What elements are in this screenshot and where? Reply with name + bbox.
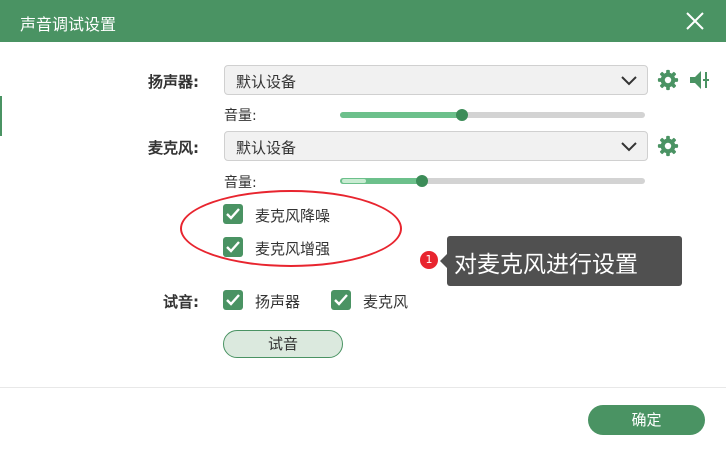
check-icon [226,208,240,220]
microphone-volume-slider[interactable] [340,175,645,187]
step-badge: 1 [420,251,438,269]
chevron-down-icon [621,142,637,152]
speaker-volume-label: 音量: [224,108,257,124]
microphone-label: 麦克风: [148,139,199,157]
test-sound-button[interactable]: 试音 [223,330,343,358]
mic-boost-checkbox[interactable] [223,237,243,257]
ok-button[interactable]: 确定 [588,405,705,435]
window-edge-accent [0,96,2,136]
test-label: 试音: [163,293,199,311]
title-bar: 声音调试设置 [0,0,726,42]
annotation-text: 对麦克风进行设置 [454,252,638,278]
microphone-device-value: 默认设备 [236,139,297,157]
noise-reduction-checkbox[interactable] [223,204,243,224]
test-speaker-label: 扬声器 [255,293,301,311]
speaker-test-icon[interactable] [688,68,712,92]
check-icon [226,294,240,306]
speaker-volume-thumb[interactable] [456,109,468,121]
close-icon[interactable] [683,9,707,33]
speaker-label: 扬声器: [148,73,199,91]
window-title: 声音调试设置 [20,15,117,34]
footer-divider [0,387,726,388]
speaker-device-value: 默认设备 [236,73,297,91]
microphone-volume-label: 音量: [224,175,257,191]
microphone-input-level [342,179,367,183]
mic-boost-label: 麦克风增强 [255,240,331,258]
check-icon [226,241,240,253]
speaker-volume-fill [340,112,462,118]
speaker-settings-gear-icon[interactable] [657,69,679,91]
speaker-device-select[interactable]: 默认设备 [224,65,648,95]
chevron-down-icon [621,76,637,86]
microphone-device-select[interactable]: 默认设备 [224,131,648,161]
microphone-settings-gear-icon[interactable] [657,135,679,157]
noise-reduction-label: 麦克风降噪 [255,207,331,225]
test-speaker-checkbox[interactable] [223,290,243,310]
check-icon [334,294,348,306]
test-microphone-checkbox[interactable] [331,290,351,310]
test-microphone-label: 麦克风 [363,293,409,311]
speaker-volume-slider[interactable] [340,109,645,121]
microphone-volume-thumb[interactable] [416,175,429,187]
